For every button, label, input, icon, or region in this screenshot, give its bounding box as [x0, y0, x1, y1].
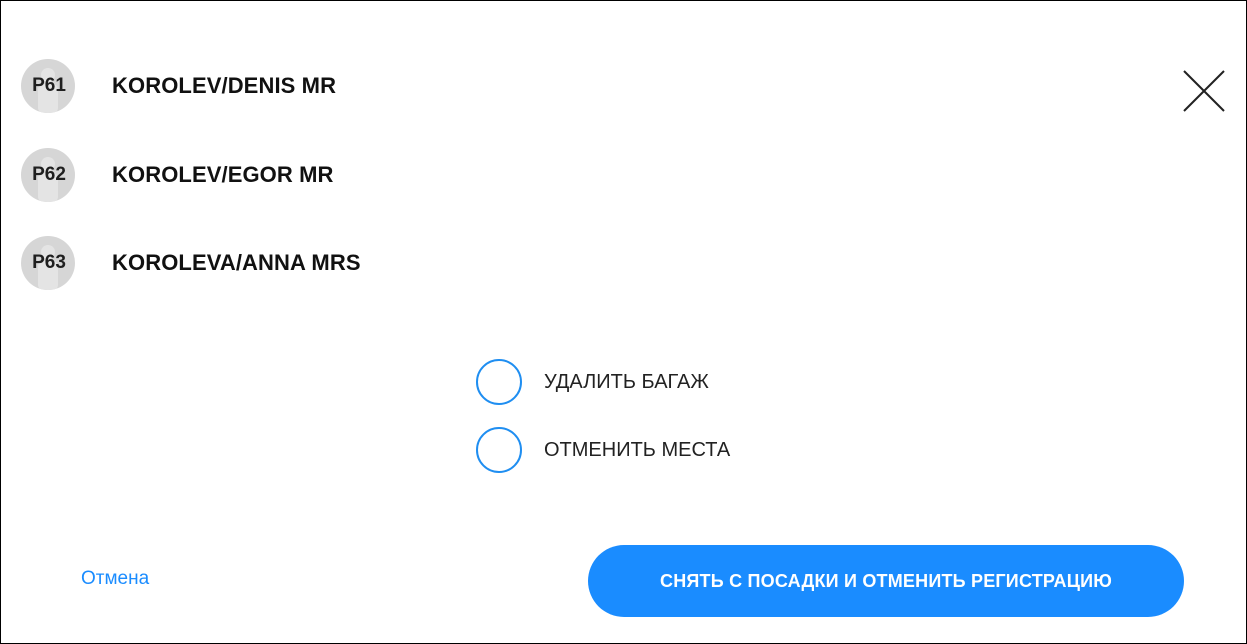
offload-and-cancel-checkin-button[interactable]: СНЯТЬ С ПОСАДКИ И ОТМЕНИТЬ РЕГИСТРАЦИЮ — [588, 545, 1184, 617]
delete-baggage-option[interactable]: УДАЛИТЬ БАГАЖ — [476, 359, 709, 405]
passenger-row: P62 KOROLEV/EGOR MR — [21, 147, 334, 203]
seat-number: P62 — [32, 164, 66, 185]
passenger-avatar: P62 — [21, 148, 75, 202]
seat-number: P63 — [32, 252, 66, 273]
close-button[interactable] — [1182, 69, 1226, 113]
cancel-seats-label: ОТМЕНИТЬ МЕСТА — [544, 438, 731, 461]
cancel-seats-option[interactable]: ОТМЕНИТЬ МЕСТА — [476, 427, 730, 473]
cancel-seats-radio[interactable] — [476, 427, 522, 473]
delete-baggage-label: УДАЛИТЬ БАГАЖ — [544, 370, 709, 393]
passenger-name: KOROLEV/EGOR MR — [112, 162, 334, 187]
passenger-avatar: P61 — [21, 59, 75, 113]
cancel-link[interactable]: Отмена — [81, 568, 149, 590]
delete-baggage-radio[interactable] — [476, 359, 522, 405]
seat-number: P61 — [32, 75, 66, 96]
passenger-name: KOROLEV/DENIS MR — [112, 73, 337, 98]
passenger-row: P63 KOROLEVA/ANNA MRS — [21, 235, 361, 291]
passenger-name: KOROLEVA/ANNA MRS — [112, 250, 361, 275]
unboard-dialog: P61 KOROLEV/DENIS MR P62 KOROLEV/EGOR MR… — [0, 0, 1247, 644]
passenger-row: P61 KOROLEV/DENIS MR — [21, 58, 336, 114]
close-icon — [1183, 70, 1225, 112]
passenger-avatar: P63 — [21, 236, 75, 290]
